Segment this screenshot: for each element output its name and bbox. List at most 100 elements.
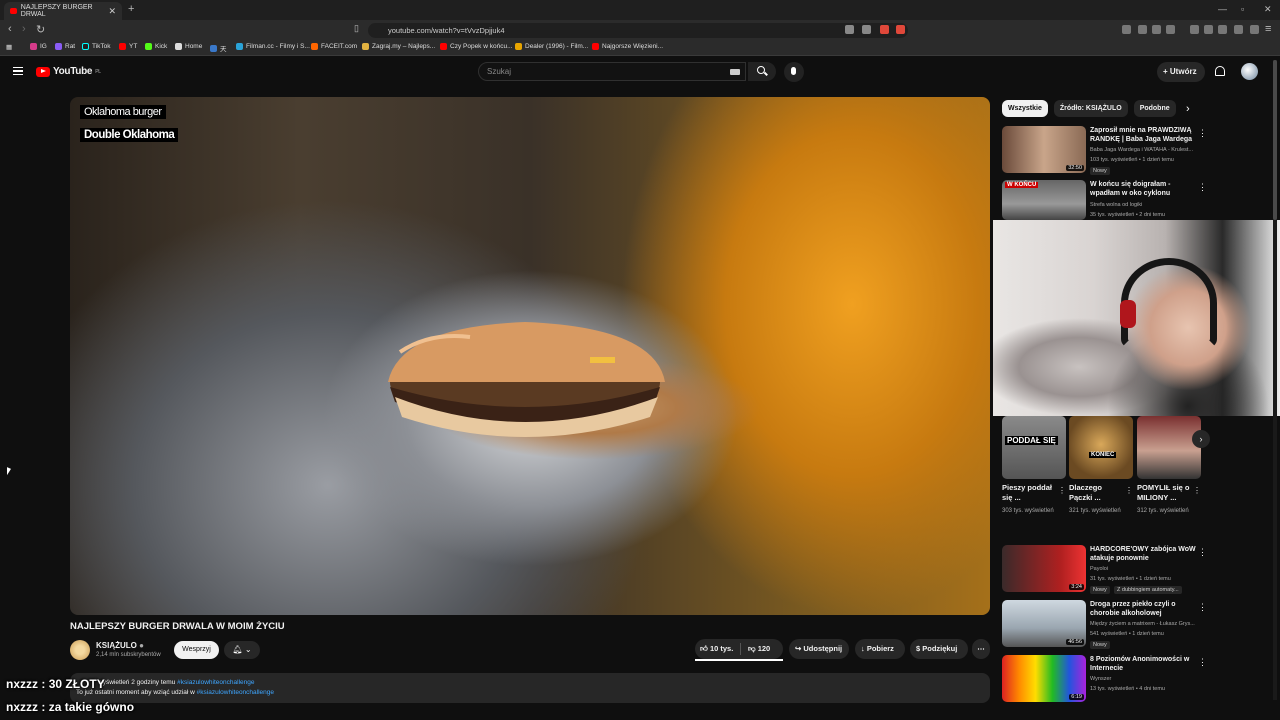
short-item[interactable]: KONIEC Dlaczego Pączki ... 321 tys. wyśw… [1069,416,1133,514]
reload-icon[interactable]: ↻ [36,23,45,36]
duration-badge: 6:19 [1069,694,1084,700]
like-dislike-group: 👍︎ 10 tys. 👎︎ 120 [695,639,783,659]
bookmark-item[interactable]: Czy Popek w końcu... [440,43,513,50]
bookmark-item[interactable]: Home [175,43,202,50]
support-button[interactable]: Wesprzyj [174,641,219,659]
like-button[interactable]: 👍︎ 10 tys. [700,639,733,659]
more-options-icon[interactable]: ⋮ [1193,486,1201,495]
url-input[interactable]: youtube.com/watch?v=tVvzDpjjuk4 [368,23,908,38]
chip-related[interactable]: Podobne [1133,100,1176,117]
voice-search-icon[interactable] [784,62,804,82]
bookmark-item[interactable]: Najgorsze Więzieni... [592,43,663,50]
tab-title: NAJLEPSZY BURGER DRWAL [20,4,93,18]
apps-icon[interactable]: ▦ [6,43,12,51]
account-avatar[interactable] [1241,63,1258,80]
window-close-icon[interactable]: ✕ [1264,4,1272,15]
more-options-icon[interactable]: ⋮ [1198,182,1207,193]
video-description[interactable]: wyświetleń 2 godziny temu #ksiazulowhite… [70,673,990,703]
chevron-right-icon[interactable]: › [1186,103,1190,115]
short-title: Dlaczego Pączki ... [1069,483,1102,502]
short-item[interactable]: PODDAŁ SIĘ Pieszy poddał się ... 303 tys… [1002,416,1066,514]
page-scrollbar[interactable] [1273,60,1277,700]
vpn-icon[interactable] [1250,25,1259,34]
channel-name[interactable]: KSIĄŻULO ● [96,641,144,650]
more-actions-button[interactable]: ⋯ [972,639,990,659]
extension-icon[interactable] [1122,25,1131,34]
share-button[interactable]: ↪ Udostępnij [789,639,849,659]
shorts-next-button[interactable]: › [1192,430,1210,448]
thanks-icon: $ [916,644,921,653]
recommendation-item[interactable]: 3:24 HARDCORE'OWY zabójca WoW atakuje po… [1002,545,1212,595]
recommendation-item[interactable]: W KOŃCU W końcu się doigrałam - wpadłam … [1002,180,1212,220]
short-item[interactable]: POMYLIŁ się o MILIONY ... 312 tys. wyświ… [1137,416,1201,514]
more-options-icon[interactable]: ⋮ [1125,486,1133,495]
notifications-bell-icon[interactable] [1215,66,1225,76]
more-options-icon[interactable]: ⋮ [1058,486,1066,495]
bookmark-item[interactable]: YT [119,43,137,50]
forward-icon[interactable]: › [22,23,26,35]
bookmark-item[interactable]: Dealer (1996) - Film... [515,43,588,50]
bookmark-item[interactable]: TikTok [82,43,111,50]
browser-tab[interactable]: NAJLEPSZY BURGER DRWAL ✕ [4,2,122,20]
bell-icon: 🔔︎ [232,645,243,654]
close-tab-icon[interactable]: ✕ [108,6,116,17]
bookmark-item[interactable]: 天 [210,43,227,53]
subscription-bell-button[interactable]: 🔔︎ ⌄ [224,641,260,659]
chip-all[interactable]: Wszystkie [1002,100,1048,117]
chip-source[interactable]: Źródło: KSIĄŻULO [1053,100,1128,117]
minimize-icon[interactable]: — [1218,4,1227,14]
brave-shield-icon[interactable] [880,25,889,34]
bookmark-item[interactable]: Kick [145,43,167,50]
hashtag-link[interactable]: #ksiazulowhiteonchallenge [197,689,274,696]
search-input[interactable]: Szukaj [478,62,746,81]
short-thumbnail [1137,416,1201,479]
video-thumbnail: 3:24 [1002,545,1086,592]
bookmark-item[interactable]: IG [30,43,47,50]
brave-rewards-icon[interactable] [896,25,905,34]
extension-icon[interactable] [1234,25,1243,34]
sidebar-icon[interactable] [1204,25,1213,34]
extension-icon[interactable] [845,25,854,34]
recommendation-title: W końcu się doigrałam - wpadłam w oko cy… [1090,181,1171,197]
share-page-icon[interactable] [862,25,871,34]
more-options-icon[interactable]: ⋮ [1198,657,1207,668]
media-icon[interactable] [1190,25,1199,34]
new-tab-icon[interactable]: + [128,3,134,15]
video-player[interactable]: Oklahoma burger Double Oklahoma [70,97,990,615]
webcam-overlay [993,220,1280,416]
bookmark-item[interactable]: Rat [55,43,75,50]
keyboard-icon[interactable] [730,69,740,75]
recommendation-item[interactable]: 6:19 8 Poziomów Anonimowości w Interneci… [1002,655,1212,702]
extension-icon[interactable] [1152,25,1161,34]
bookmark-icon[interactable]: ▯ [354,23,359,34]
recommendation-item[interactable]: 46:56 Droga przez piekło czyli o chorobi… [1002,600,1212,650]
recommendation-item[interactable]: 32:50 Zaprosił mnie na PRAWDZIWĄ RANDKĘ … [1002,126,1212,176]
recommendation-channel: Wynszer [1090,676,1112,682]
recommendation-meta: 31 tys. wyświetleń • 1 dzień temu [1090,576,1171,582]
channel-avatar[interactable] [70,640,90,660]
menu-icon[interactable]: ≡ [1265,23,1271,35]
more-options-icon[interactable]: ⋮ [1198,602,1207,613]
more-options-icon[interactable]: ⋮ [1198,128,1207,139]
headset-earcup [1120,300,1136,328]
bookmarks-bar: ▦ IG Rat TikTok YT Kick Home 天 Filman.cc… [0,40,1280,56]
maximize-icon[interactable]: ▫ [1241,4,1244,14]
wallet-icon[interactable] [1218,25,1227,34]
thanks-button[interactable]: $ Podziękuj [910,639,968,659]
extension-icon[interactable] [1138,25,1147,34]
mouse-cursor-icon [7,467,11,477]
hashtag-link[interactable]: #ksiazulowhiteonchallenge [177,679,254,686]
bookmark-item[interactable]: FACEIT.com [311,43,357,50]
more-options-icon[interactable]: ⋮ [1198,547,1207,558]
dislike-button[interactable]: 👎︎ 120 [748,639,770,659]
bookmark-item[interactable]: Filman.cc - Filmy i S... [236,43,310,50]
create-button[interactable]: + Utwórz [1157,62,1205,82]
short-thumbnail: KONIEC [1069,416,1133,479]
back-icon[interactable]: ‹ [8,23,12,35]
extension-icon[interactable] [1166,25,1175,34]
short-views: 312 tys. wyświetleń [1137,508,1189,514]
download-button[interactable]: ↓ Pobierz [855,639,905,659]
bookmark-item[interactable]: Zagraj.my – Najleps... [362,43,435,50]
youtube-logo[interactable]: YouTube PL [36,66,101,77]
hamburger-menu-icon[interactable] [13,67,23,75]
